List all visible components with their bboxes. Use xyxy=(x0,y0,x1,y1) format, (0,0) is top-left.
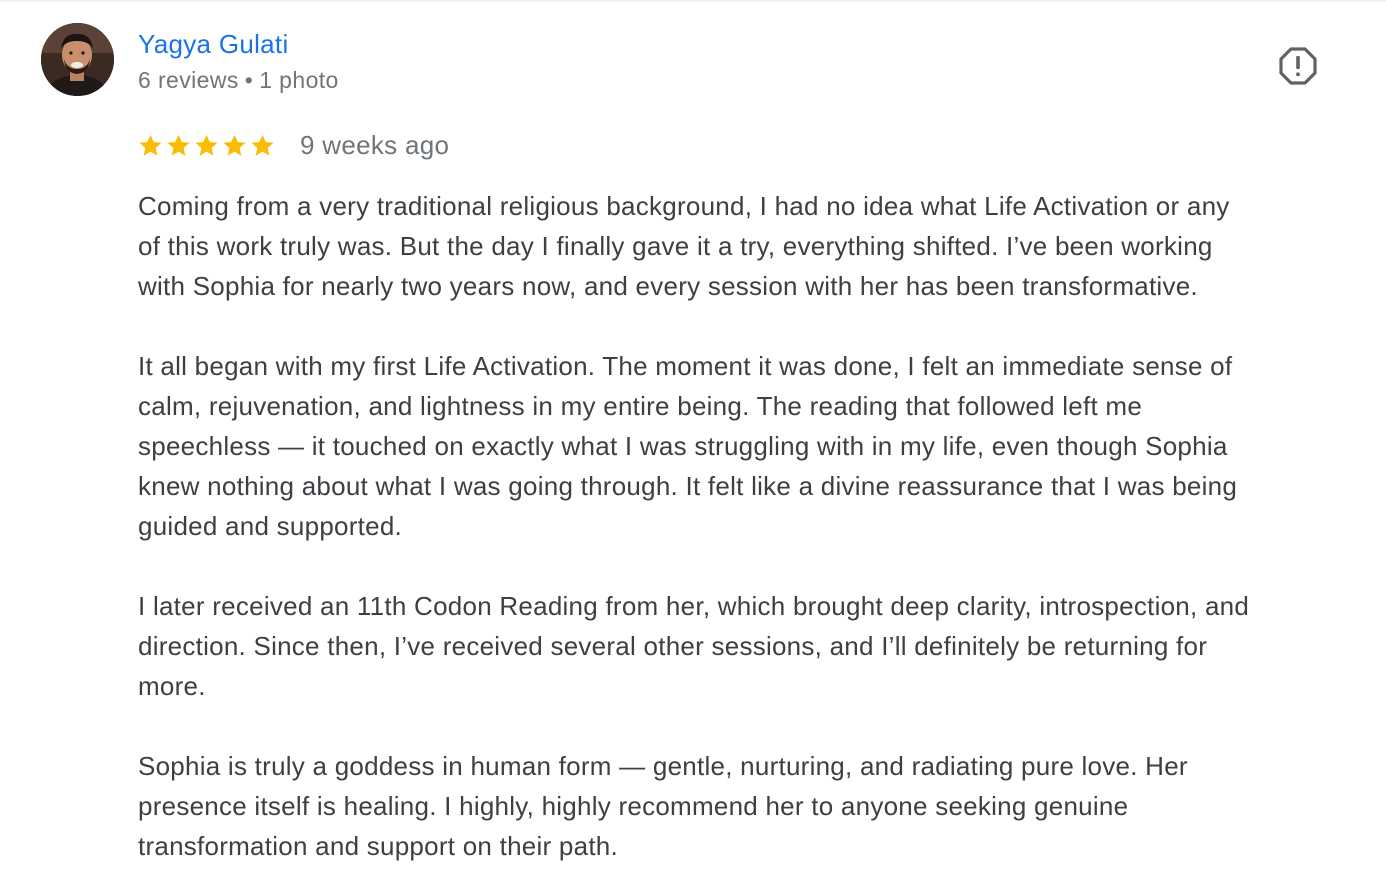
photo-count: 1 photo xyxy=(259,67,339,93)
star-icon xyxy=(195,134,218,156)
report-review-button[interactable] xyxy=(1272,40,1324,92)
review-paragraph: I later received an 11th Codon Reading f… xyxy=(138,591,1250,701)
profile-photo xyxy=(41,23,114,96)
review-text: Coming from a very traditional religious… xyxy=(138,186,1350,866)
review-count: 6 reviews xyxy=(138,67,239,93)
star-icon xyxy=(139,134,162,156)
report-flag-icon xyxy=(1279,47,1317,85)
review-paragraph: Sophia is truly a goddess in human form … xyxy=(138,751,1188,861)
rating-row: 9 weeks ago xyxy=(138,128,449,162)
star-icon xyxy=(223,134,246,156)
star-rating xyxy=(138,133,275,158)
star-icon xyxy=(167,134,190,156)
author-meta: 6 reviews • 1 photo xyxy=(138,66,339,94)
star-icon xyxy=(251,134,274,156)
review-date: 9 weeks ago xyxy=(300,130,450,160)
review-paragraph: Coming from a very traditional religious… xyxy=(138,191,1230,301)
review-paragraph: It all began with my first Life Activati… xyxy=(138,351,1238,541)
meta-separator: • xyxy=(244,67,254,93)
review-card: Yagya Gulati 6 reviews • 1 photo 9 weeks a… xyxy=(0,0,1386,872)
author-name-link[interactable]: Yagya Gulati xyxy=(138,28,289,60)
author-avatar[interactable] xyxy=(41,23,114,96)
